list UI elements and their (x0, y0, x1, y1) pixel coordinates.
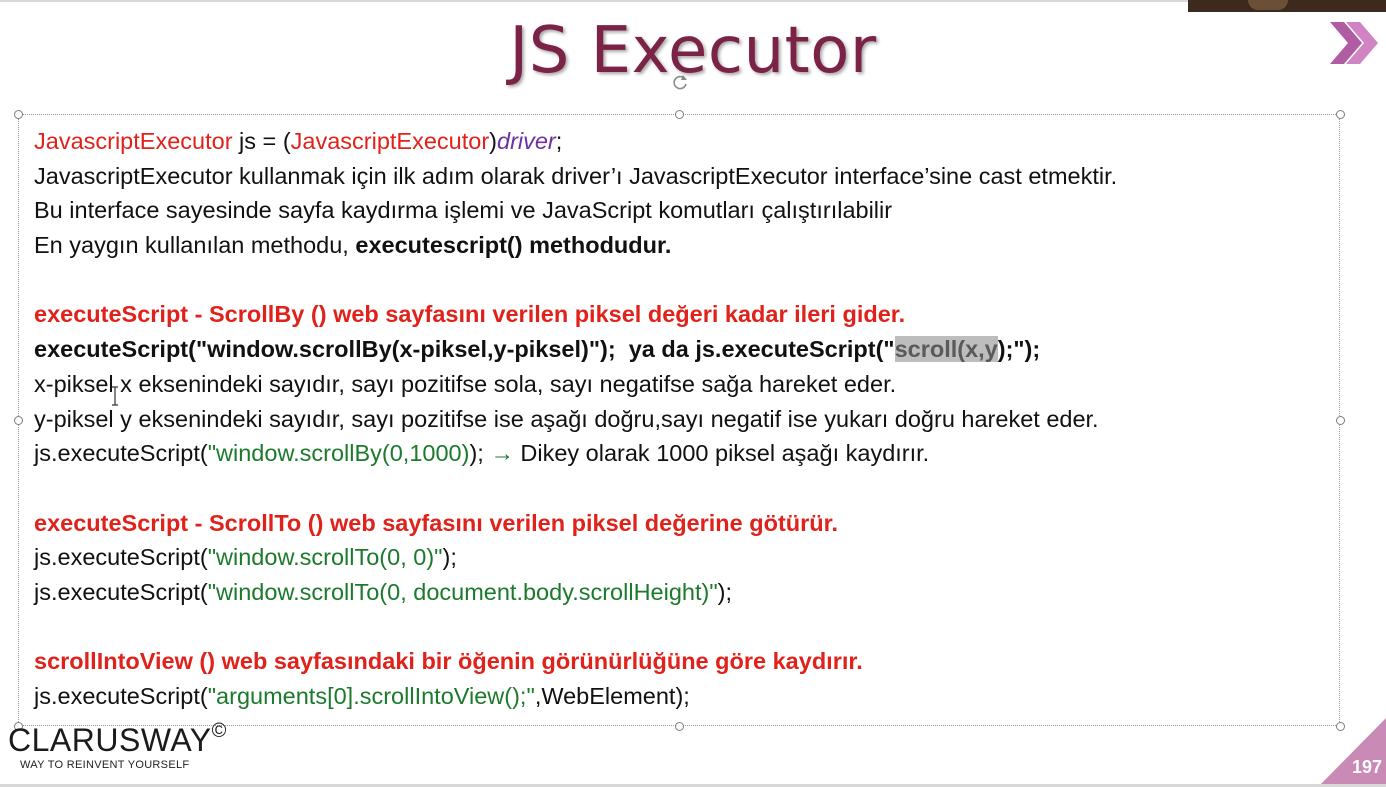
text-line: Bu interface sayesinde sayfa kaydırma iş… (34, 197, 893, 224)
code-line: js.executeScript("window.scrollTo(0, 0)"… (34, 540, 1324, 575)
highlighted-text: scroll(x,y (894, 336, 998, 363)
variable-token: driver (497, 128, 556, 154)
slide-title: JS Executor (509, 14, 877, 88)
resize-handle-top-left[interactable] (14, 110, 23, 119)
resize-handle-top-right[interactable] (1336, 110, 1345, 119)
slide-body-text[interactable]: JavascriptExecutor js = (JavascriptExecu… (34, 124, 1324, 714)
text-line: x-piksel x eksenindeki sayıdır, sayı poz… (34, 370, 897, 397)
top-rule (0, 0, 1386, 2)
code-token: ); (717, 578, 733, 605)
logo-tagline: WAY TO REINVENT YOURSELF (20, 759, 190, 771)
section-heading: executeScript - ScrollBy () web sayfasın… (34, 301, 906, 328)
code-token: js.executeScript( (34, 683, 208, 709)
webcam-overlay (1188, 0, 1386, 12)
code-line: executeScript("window.scrollBy(x-piksel,… (34, 332, 1324, 367)
code-line: js.executeScript("window.scrollTo(0, doc… (34, 575, 1324, 610)
resize-handle-middle-right[interactable] (1336, 416, 1345, 425)
class-name-token: JavascriptExecutor (34, 128, 233, 154)
text-span: Dikey olarak 1000 piksel aşağı kaydırır. (513, 440, 930, 467)
code-token: ; (555, 128, 563, 154)
text-line: JavascriptExecutor kullanmak için ilk ad… (34, 162, 1118, 189)
string-token: "window.scrollTo(0, document.body.scroll… (207, 578, 718, 605)
text-line: En yaygın kullanılan methodu, executescr… (34, 228, 1324, 263)
code-token: js.executeScript( (34, 544, 208, 571)
code-token: ) (489, 128, 497, 154)
page-corner: 197 (1318, 718, 1386, 787)
text-span: En yaygın kullanılan methodu, (34, 232, 356, 259)
resize-handle-middle-left[interactable] (14, 416, 23, 425)
string-token: "window.scrollTo(0, 0)" (207, 544, 443, 571)
code-token: );"); (997, 336, 1041, 363)
code-token: js.executeScript( (34, 578, 208, 605)
text-cursor-icon (112, 386, 118, 406)
code-token: ); (442, 544, 457, 571)
resize-handle-bottom-center[interactable] (675, 722, 684, 731)
string-token: "arguments[0].scrollIntoView();" (207, 683, 535, 709)
code-token: executeScript("window.scrollBy(x-piksel,… (34, 336, 895, 363)
code-token: js = ( (232, 128, 291, 154)
code-line: js.executeScript("window.scrollBy(0,1000… (34, 436, 1324, 471)
page-number: 197 (1351, 757, 1382, 777)
string-token: "window.scrollBy(0,1000) (207, 440, 470, 467)
copyright-symbol: © (211, 720, 227, 742)
right-arrow-icon: → (490, 440, 514, 467)
code-line: js.executeScript("arguments[0].scrollInt… (34, 679, 1324, 714)
code-token: ,WebElement); (534, 683, 690, 709)
clarusway-logo: CLARUSWAY© (8, 720, 227, 759)
logo-wordmark: CLARUSWAY (8, 722, 212, 758)
section-heading: executeScript - ScrollTo () web sayfasın… (34, 509, 839, 536)
code-token: js.executeScript( (34, 440, 208, 467)
bold-text: executescript() methodudur. (355, 232, 672, 259)
resize-handle-top-center[interactable] (675, 110, 684, 119)
rotate-handle-icon[interactable] (670, 72, 690, 92)
code-line-cast: JavascriptExecutor js = (JavascriptExecu… (34, 124, 1324, 159)
class-name-token: JavascriptExecutor (290, 128, 490, 154)
chevrons-icon (1330, 22, 1378, 64)
code-token: ); (469, 440, 491, 467)
section-heading: scrollIntoView () web sayfasındaki bir ö… (34, 648, 863, 675)
text-line: y-piksel y eksenindeki sayıdır, sayı poz… (34, 405, 1099, 432)
